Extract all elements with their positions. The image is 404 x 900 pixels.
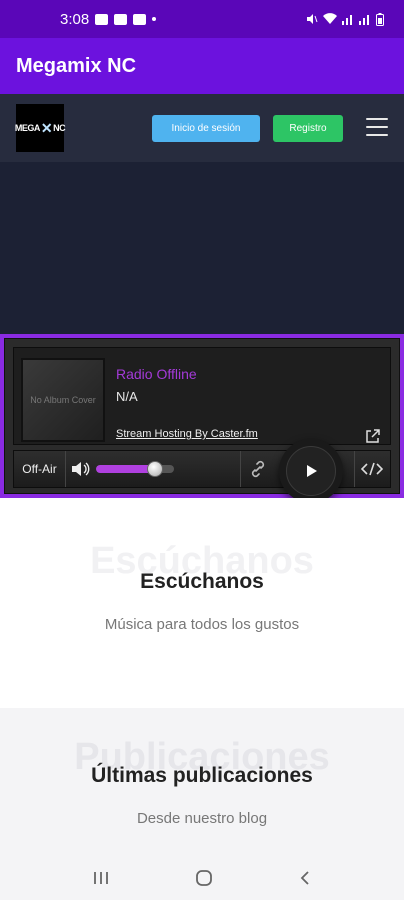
login-button[interactable]: Inicio de sesión — [152, 115, 260, 142]
app-bar: Megamix NC — [0, 38, 404, 94]
album-cover-text: No Album Cover — [30, 395, 96, 405]
gallery-icon — [95, 13, 109, 25]
listen-section: Escúchanos Escúchanos Música para todos … — [0, 498, 404, 708]
volume-level — [96, 465, 155, 473]
play-button[interactable] — [279, 439, 343, 503]
divider — [240, 451, 241, 487]
volume-icon[interactable] — [70, 460, 90, 478]
signal-icon — [342, 15, 352, 25]
recents-icon[interactable] — [92, 870, 110, 886]
menu-icon[interactable] — [366, 118, 388, 136]
wifi-icon — [323, 13, 337, 24]
air-status: Off-Air — [14, 451, 66, 487]
radio-title: Radio Offline — [116, 366, 197, 382]
play-icon — [307, 465, 317, 477]
player-info-panel: No Album Cover Radio Offline N/A Stream … — [13, 347, 391, 445]
album-cover: No Album Cover — [21, 358, 105, 442]
register-button[interactable]: Registro — [273, 115, 343, 142]
system-nav-bar — [0, 856, 404, 900]
embed-code-icon[interactable] — [360, 461, 384, 477]
radio-player: No Album Cover Radio Offline N/A Stream … — [0, 334, 404, 503]
listen-subtitle: Música para todos los gustos — [104, 616, 300, 633]
mute-icon — [307, 14, 318, 24]
back-icon[interactable] — [298, 870, 312, 886]
external-link-icon[interactable] — [365, 428, 381, 444]
app-title: Megamix NC — [16, 54, 137, 77]
hosting-link[interactable]: Stream Hosting By Caster.fm — [116, 428, 258, 440]
posts-title: Últimas publicaciones — [91, 764, 313, 787]
listen-title: Escúchanos — [140, 570, 264, 593]
posts-section: Publicaciones Últimas publicaciones Desd… — [0, 708, 404, 858]
notification-dot-icon — [152, 17, 157, 21]
posts-subtitle: Desde nuestro blog — [136, 810, 268, 827]
volume-knob[interactable] — [146, 461, 163, 477]
divider — [354, 451, 355, 487]
link-icon[interactable] — [248, 459, 268, 479]
home-icon[interactable] — [195, 869, 213, 887]
battery-icon — [376, 12, 384, 26]
site-header: MEGA ✕ NC Inicio de sesión Registro — [0, 94, 404, 162]
youtube-icon — [114, 13, 128, 25]
radio-track: N/A — [116, 389, 138, 404]
hero-banner — [0, 162, 404, 334]
signal-2-icon — [359, 15, 369, 25]
status-time: 3:08 — [60, 10, 90, 28]
facebook-icon — [133, 13, 147, 25]
site-logo[interactable]: MEGA ✕ NC — [15, 104, 66, 152]
status-bar: 3:08 — [0, 0, 404, 38]
